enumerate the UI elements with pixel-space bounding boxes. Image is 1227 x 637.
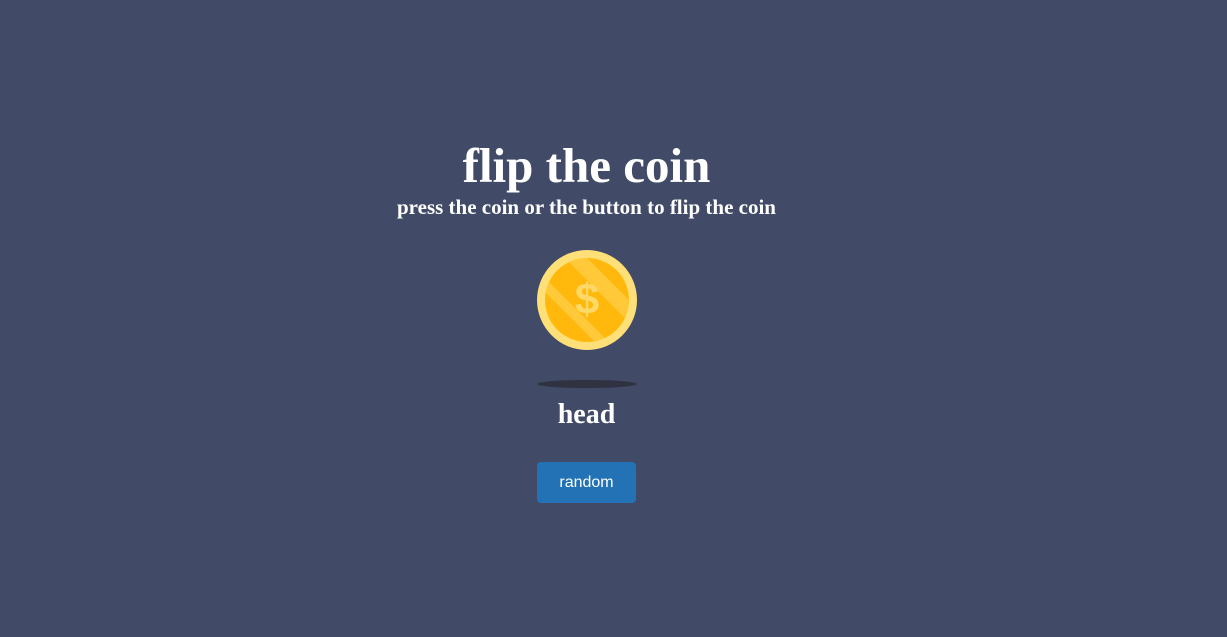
random-button[interactable]: random [537, 462, 636, 503]
page-title: flip the coin [462, 138, 711, 193]
coin-shadow [537, 380, 637, 388]
coin-button[interactable]: $ [537, 250, 637, 350]
dollar-coin-icon: $ [537, 250, 637, 350]
page-subtitle: press the coin or the button to flip the… [397, 195, 776, 219]
result-text: head [557, 399, 616, 430]
coin-symbol: $ [575, 275, 599, 324]
